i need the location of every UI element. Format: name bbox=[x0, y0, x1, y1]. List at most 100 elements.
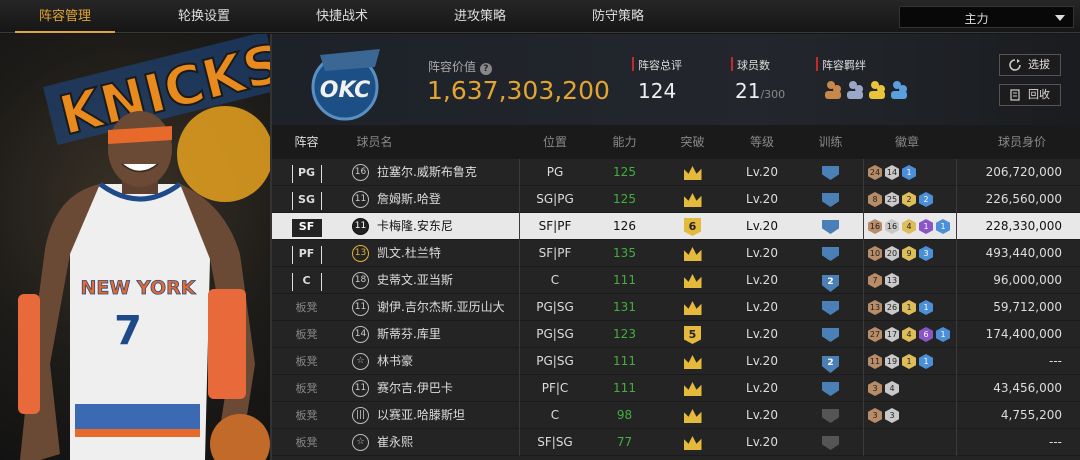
col-breakthrough: 突破 bbox=[680, 135, 705, 149]
column-divider bbox=[956, 213, 957, 240]
lineup-slot: 板凳 bbox=[284, 429, 329, 456]
crown-icon bbox=[683, 247, 702, 261]
chemistry-icons bbox=[823, 79, 915, 105]
col-training: 训练 bbox=[818, 135, 843, 149]
player-name: 赛尔吉.伊巴卡 bbox=[377, 381, 453, 395]
badge-hex-icon: 3 bbox=[868, 408, 882, 423]
training bbox=[808, 429, 853, 456]
jersey-number-icon: 18 bbox=[352, 272, 369, 289]
player-ability: 98 bbox=[616, 408, 633, 422]
jersey-number-icon: ☆ bbox=[352, 353, 369, 370]
training bbox=[808, 159, 853, 186]
tab-roster-management[interactable]: 阵容管理 bbox=[15, 0, 115, 33]
player-position: SF|PF bbox=[538, 246, 572, 260]
training-shield-icon bbox=[822, 382, 839, 396]
tab-rotation-settings[interactable]: 轮换设置 bbox=[154, 0, 254, 33]
training-shield-icon bbox=[822, 247, 839, 261]
badge-hex-icon: 1 bbox=[902, 165, 916, 180]
player-ability: 131 bbox=[613, 300, 636, 314]
table-row[interactable]: C 18 史蒂文.亚当斯 C 111 Lv.20 2 7 13 96,000,00… bbox=[272, 267, 1080, 294]
player-value: 226,560,000 bbox=[985, 192, 1062, 206]
column-divider bbox=[863, 240, 864, 267]
badge-hex-icon: 13 bbox=[868, 300, 882, 315]
table-row[interactable]: PF 13 凯文.杜兰特 SF|PF 135 Lv.20 10 20 9 3 493,… bbox=[272, 240, 1080, 267]
player-name: 崔永熙 bbox=[377, 435, 414, 449]
table-row[interactable]: PG 16 拉塞尔.威斯布鲁克 PG 125 Lv.20 24 14 1 206,7… bbox=[272, 159, 1080, 186]
tab-defense-strategy[interactable]: 防守策略 bbox=[568, 0, 668, 33]
breakthrough bbox=[670, 186, 715, 213]
training-shield-icon bbox=[822, 166, 839, 180]
player-value: 206,720,000 bbox=[985, 165, 1062, 179]
document-icon bbox=[1010, 89, 1020, 101]
table-row[interactable]: 板凳 ||| 以赛亚.哈滕斯坦 C 98 Lv.20 33 4,755,200 bbox=[272, 402, 1080, 429]
table-row[interactable]: 板凳 ☆ 林书豪 PG|SG 111 Lv.20 2 11 19 1 1 --- bbox=[272, 348, 1080, 375]
training-shield-icon bbox=[822, 328, 839, 342]
player-ability: 135 bbox=[613, 246, 636, 260]
column-divider bbox=[956, 375, 957, 402]
training-shield-icon bbox=[822, 193, 839, 207]
jersey-text: NEW YORK bbox=[80, 277, 196, 299]
player-portrait-panel: KNICKS NEW YORK 7 bbox=[0, 34, 270, 460]
badge-hex-icon: 16 bbox=[868, 219, 882, 234]
table-row[interactable]: 板凳 ☆ 崔永熙 SF|SG 77 Lv.20 --- bbox=[272, 429, 1080, 456]
training bbox=[808, 213, 853, 240]
training-shield-icon bbox=[822, 436, 839, 450]
jersey-number-icon: 11 bbox=[352, 218, 369, 235]
badge-hex-icon: 16 bbox=[885, 219, 899, 234]
badge-hex-icon: 26 bbox=[885, 300, 899, 315]
badge-hex-icon: 4 bbox=[885, 381, 899, 396]
player-level: Lv.20 bbox=[746, 246, 778, 260]
table-row[interactable]: 板凳 11 赛尔吉.伊巴卡 PF|C 111 Lv.20 34 43,456,0… bbox=[272, 375, 1080, 402]
roster-table: 阵容 球员名 位置 能力 突破 等级 训练 徽章 球员身价 PG 16 拉塞尔.… bbox=[272, 125, 1080, 460]
player-ability: 123 bbox=[613, 327, 636, 341]
player-name: 凯文.杜兰特 bbox=[377, 246, 441, 260]
badge-hex-icon: 4 bbox=[902, 219, 916, 234]
badge-hex-icon: 3 bbox=[919, 246, 933, 261]
training: 2 bbox=[808, 267, 853, 294]
breakthrough bbox=[670, 159, 715, 186]
crown-icon bbox=[683, 409, 702, 423]
badge-hex-icon: 13 bbox=[885, 273, 899, 288]
table-row[interactable]: 板凳 11 谢伊.吉尔杰斯.亚历山大 PG|SG 131 Lv.20 13 26 1… bbox=[272, 294, 1080, 321]
column-divider bbox=[863, 159, 864, 186]
lineup-mode-select[interactable]: 主力 bbox=[899, 6, 1074, 28]
player-ability: 126 bbox=[613, 219, 636, 233]
recycle-button[interactable]: 回收 bbox=[999, 84, 1061, 106]
crown-icon bbox=[683, 355, 702, 369]
select-button[interactable]: 选拔 bbox=[999, 54, 1061, 76]
training-shield-icon: 2 bbox=[822, 275, 839, 292]
player-position: PG bbox=[546, 165, 564, 179]
badge-hex-icon: 1 bbox=[936, 327, 950, 342]
player-level: Lv.20 bbox=[746, 327, 778, 341]
tab-offense-strategy[interactable]: 进攻策略 bbox=[430, 0, 530, 33]
player-portrait-art: KNICKS NEW YORK 7 bbox=[18, 34, 270, 460]
table-row[interactable]: SF 11 卡梅隆.安东尼 SF|PF 126 6 Lv.20 16 16 4 1 1 … bbox=[272, 213, 1080, 240]
bench-slot-label: 板凳 bbox=[295, 301, 318, 314]
help-icon[interactable]: ? bbox=[479, 63, 492, 75]
badge-hex-icon: 1 bbox=[919, 219, 933, 234]
table-row[interactable]: 板凳 14 斯蒂芬.库里 PG|SG 123 5 Lv.20 27 17 4 6 1 1… bbox=[272, 321, 1080, 348]
player-count: 21/300 bbox=[735, 79, 786, 103]
chemistry-people-icon[interactable] bbox=[823, 79, 915, 101]
player-ability: 111 bbox=[613, 354, 636, 368]
player-level: Lv.20 bbox=[746, 273, 778, 287]
col-level: 等级 bbox=[749, 135, 774, 149]
crown-icon bbox=[683, 436, 702, 450]
badge-hex-icon: 25 bbox=[885, 192, 899, 207]
player-ability: 111 bbox=[613, 381, 636, 395]
badge-hex-icon: 24 bbox=[868, 165, 882, 180]
team-logo: OKC bbox=[311, 49, 380, 121]
jersey-number-icon: ||| bbox=[352, 407, 369, 424]
table-row[interactable]: SG 11 詹姆斯.哈登 SG|PG 125 Lv.20 8 25 2 2 226,5… bbox=[272, 186, 1080, 213]
training-shield-icon: 2 bbox=[822, 356, 839, 373]
column-divider bbox=[863, 321, 864, 348]
player-name: 林书豪 bbox=[377, 354, 414, 368]
player-level: Lv.20 bbox=[746, 408, 778, 422]
overall-rating-value: 124 bbox=[638, 79, 677, 103]
tab-quick-tactics[interactable]: 快捷战术 bbox=[292, 0, 392, 33]
player-value: --- bbox=[1049, 435, 1062, 449]
column-divider bbox=[956, 348, 957, 375]
badge-hex-icon: 17 bbox=[885, 327, 899, 342]
badge-hex-icon: 1 bbox=[902, 300, 916, 315]
col-lineup: 阵容 bbox=[294, 135, 319, 149]
